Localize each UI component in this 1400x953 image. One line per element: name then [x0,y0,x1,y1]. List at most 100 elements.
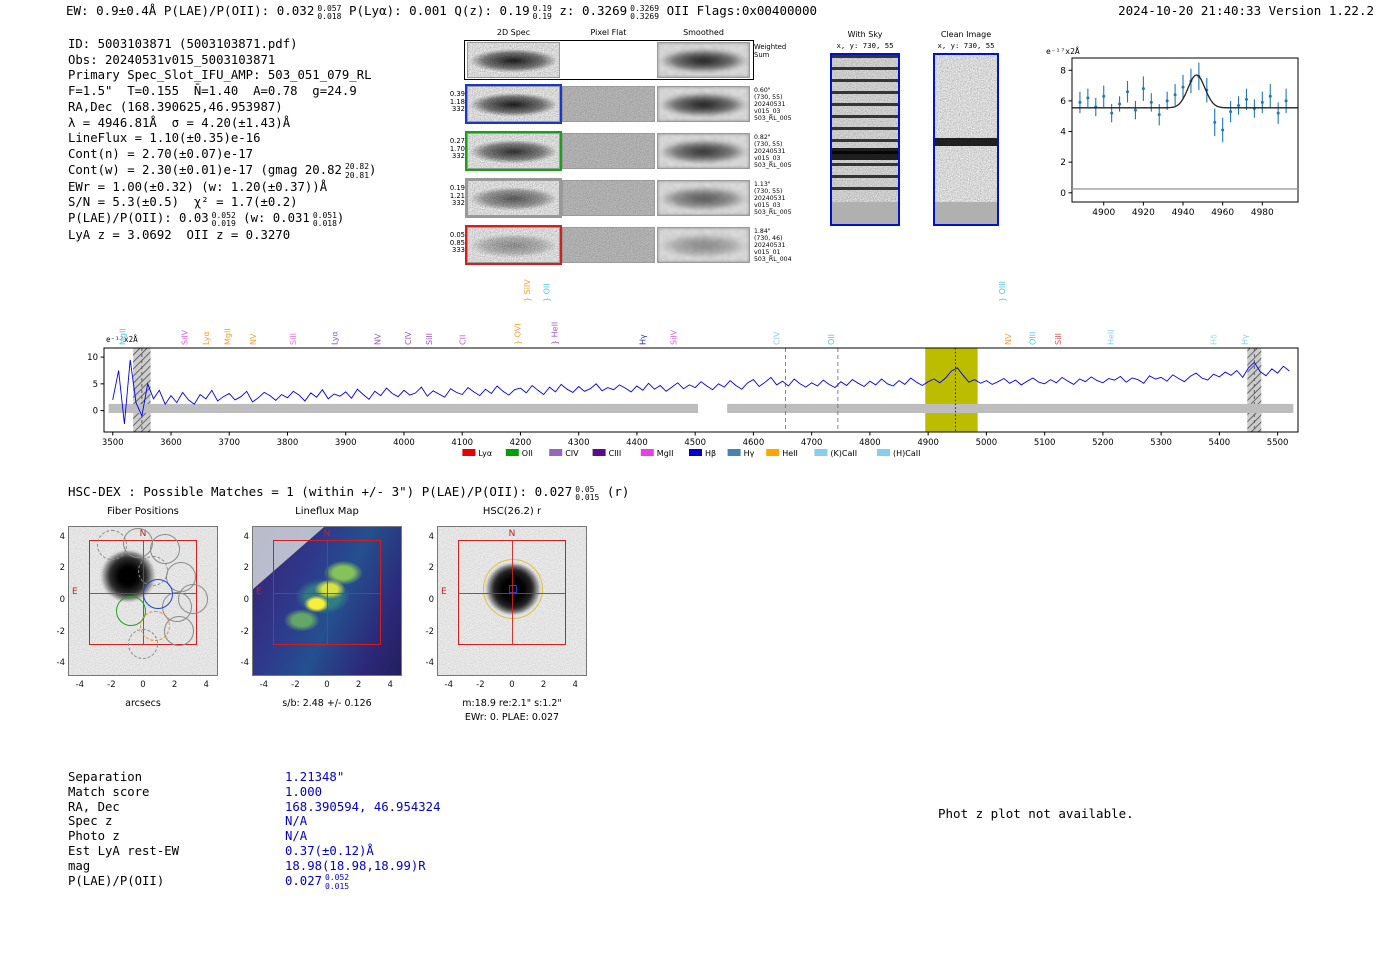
emission-line-label: MgII [223,328,232,345]
data-point [1166,99,1169,102]
y-tick-label: 0 [93,407,98,417]
meta-value: (730, 55) [754,141,798,148]
text-segment: Primary Spec_Slot_IFU_AMP: 503_051_079_R… [68,68,372,82]
fiber-circle [128,629,158,659]
x-tick-label: 2 [348,680,370,690]
pixel-flat-image [562,86,655,122]
lower-value: 0.015 [575,494,599,502]
emission-line-label: SiII [425,333,434,345]
with-sky-title: With Sky [830,30,900,39]
flat-overlay [563,181,654,215]
clean-image-title: Clean Image [933,30,999,39]
y-tick-label: 0 [43,595,65,605]
north-label: N [509,529,516,539]
x-tick-label: 0 [132,680,154,690]
cutout-fiber-positions: Fiber Positions N E arcsecs -4-4-2-20022… [68,506,218,522]
text-segment: LineFlux = 1.10(±0.35)e-16 [68,131,261,145]
x-tick-label: -2 [100,680,122,690]
data-point [1245,98,1248,101]
text-segment: (r) [599,484,629,499]
match-table-row: Match score1.000 [68,785,440,800]
fiber-weight-labels: 0.391.18332 [445,91,465,114]
fiber-meta-labels: 0.82"(730, 55)20240531v015_03503_RL_005 [754,134,798,169]
meta-value: v015_01 [754,249,798,256]
data-point [1277,112,1280,115]
data-point [1285,99,1288,102]
text-segment: λ = 4946.81Å σ = 4.20(±1.43)Å [68,116,290,130]
y-tick-label: -2 [412,627,434,637]
text-segment: EW: 0.9±0.4Å P(LAE)/P(OII): 0.032 [66,3,314,18]
x-tick-label: 5400 [1209,438,1231,448]
x-tick-label: 4 [379,680,401,690]
x-tick-label: 4 [195,680,217,690]
spec2d-image [467,42,560,78]
data-point [1158,113,1161,116]
text-segment: ) [337,211,344,225]
x-tick-label: 4500 [684,438,706,448]
text-segment: OII Flags:0x00400000 [659,3,817,18]
x-tick-label: 5100 [1034,438,1056,448]
legend-swatch [689,449,702,456]
east-label: E [441,587,447,597]
info-line: λ = 4946.81Å σ = 4.20(±1.43)Å [68,116,376,132]
spec2d-col-header: Smoothed [657,28,750,37]
weight-value: 332 [445,153,465,161]
data-point [1118,102,1121,105]
detection-band [925,348,977,432]
match-table-row: mag18.98(18.98,18.99)R [68,859,440,874]
emission-line-label: NV [374,333,383,345]
meta-value: 20240531 [754,101,798,108]
info-line: Cont(n) = 2.70(±0.07)e-17 [68,147,376,163]
pixel-flat-image [562,180,655,216]
legend-swatch [462,449,475,456]
match-value: 0.0270.0520.015 [285,874,349,888]
sky-lines-texture [832,55,898,197]
y-tick-label: 6 [1060,97,1066,107]
info-line: Obs: 20240531v015_5003103871 [68,53,376,69]
meta-value: v015_03 [754,108,798,115]
hsc-morphology-caption: m:18.9 re:2.1" s:1.2" [427,698,597,709]
data-point [1078,101,1081,104]
lower-value: 0.3269 [630,13,659,21]
emission-trace [468,43,559,77]
meta-value: v015_03 [754,202,798,209]
match-table-row: RA, Dec168.390594, 46.954324 [68,800,440,815]
y-tick-label: 0 [227,595,249,605]
legend-label: (H)CaII [893,449,920,458]
info-line: LineFlux = 1.10(±0.35)e-16 [68,131,376,147]
y-tick-label: 0 [1060,189,1066,199]
pixel-flat-image [562,227,655,263]
spec2d-image [467,180,560,216]
gaussian-fit-curve [1072,75,1298,108]
text-segment: z: 0.3269 [552,3,627,18]
emission-trace [468,87,559,121]
emission-trace [468,181,559,215]
clean-image [933,53,999,226]
text-segment: F=1.5" T=0.155 N̄=1.40 A=0.78 g=24.9 [68,84,357,98]
y-tick-label: 4 [227,532,249,542]
fiber-circle [123,528,153,558]
y-tick-label: 2 [412,563,434,573]
meta-value: 503_RL_005 [754,115,798,122]
y-tick-label: 10 [87,353,98,363]
fiber-meta-labels: 1.13"(730, 55)20240531v015_03503_RL_005 [754,181,798,216]
info-line: P(LAE)/P(OII): 0.030.0520.019 (w: 0.0310… [68,211,376,228]
x-tick-label: 4 [564,680,586,690]
detection-info-block: ID: 5003103871 (5003103871.pdf)Obs: 2024… [68,37,376,244]
legend-swatch [506,449,519,456]
text-segment: S/N = 5.3(±0.5) χ² = 1.7(±0.2) [68,195,298,209]
weighted-sum-label: WeightedSum [754,44,786,59]
legend-label: CIV [565,449,579,458]
match-value: 168.390594, 46.954324 [285,800,440,814]
legend-swatch [593,449,606,456]
x-tick-label: 3500 [102,438,124,448]
match-label: Est LyA rest-EW [68,844,285,859]
fiber-weight-labels: 0.050.85333 [445,232,465,255]
sb-caption: s/b: 2.48 +/- 0.126 [242,698,412,709]
y-tick-label: 5 [93,380,98,390]
flat-overlay [563,87,654,121]
hsc-dex-match-line: HSC-DEX : Possible Matches = 1 (within +… [68,484,629,502]
data-point [1134,109,1137,112]
legend-label: CIII [609,449,622,458]
match-table-row: Spec zN/A [68,814,440,829]
